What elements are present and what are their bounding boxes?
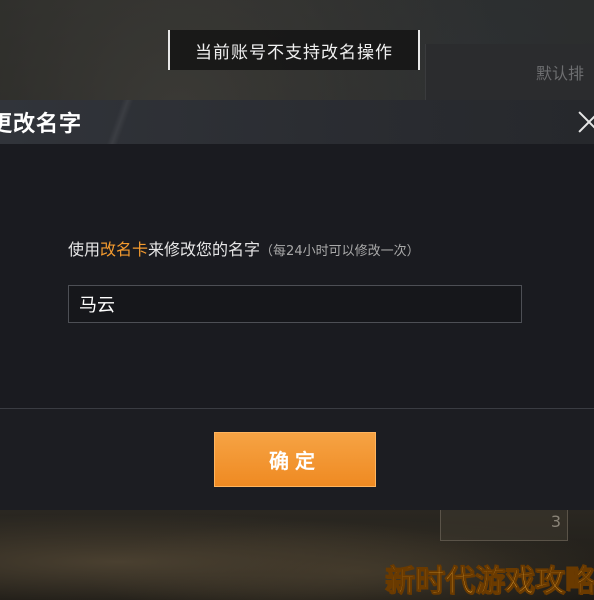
background-card-count: 3 (550, 512, 561, 531)
dialog-title: 更改名字 (0, 112, 83, 137)
rename-dialog: 更改名字 使用改名卡来修改您的名字（每24小时可以修改一次） 确定 (0, 100, 594, 510)
toast-text: 当前账号不支持改名操作 (195, 42, 393, 63)
prompt-hint: （每24小时可以修改一次） (260, 244, 420, 259)
prompt-prefix: 使用 (68, 240, 101, 259)
rename-card-link: 改名卡 (100, 240, 149, 259)
name-input[interactable] (68, 285, 522, 323)
background-item-card: 3 (440, 505, 568, 541)
toast-message: 当前账号不支持改名操作 (168, 30, 420, 70)
confirm-button[interactable]: 确定 (214, 432, 376, 487)
close-icon[interactable] (575, 108, 594, 136)
background-sort-label: 默认排 (536, 64, 585, 83)
dialog-header: 更改名字 (0, 100, 594, 144)
dialog-body: 使用改名卡来修改您的名字（每24小时可以修改一次） (0, 144, 594, 409)
prompt-suffix: 来修改您的名字 (148, 240, 261, 259)
rename-prompt: 使用改名卡来修改您的名字（每24小时可以修改一次） (68, 236, 420, 260)
watermark: 新时代游戏攻略 (385, 564, 594, 600)
background-sort-panel: 默认排 (425, 44, 594, 100)
